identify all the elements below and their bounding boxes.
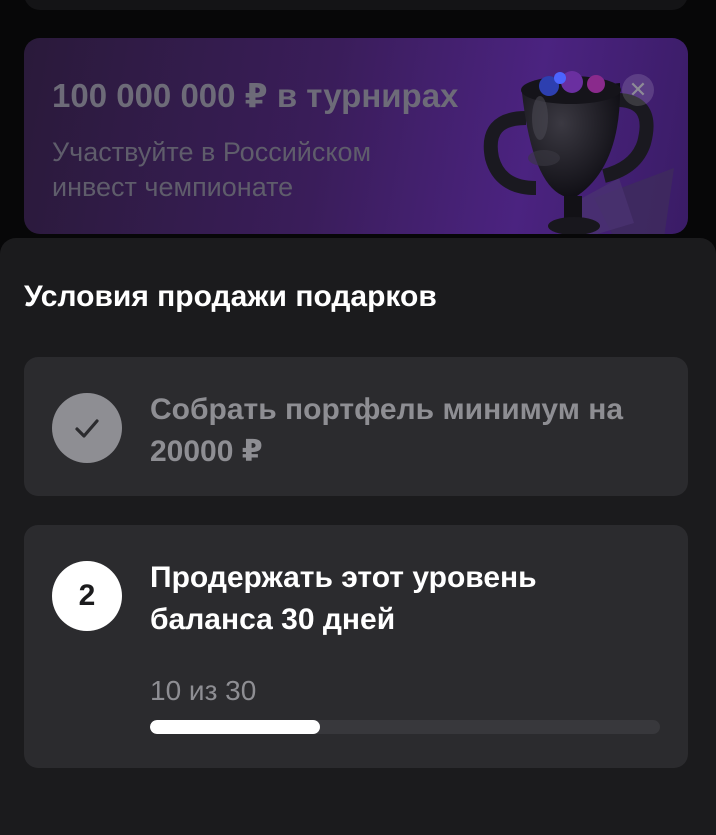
condition-text: Собрать портфель минимум на 20000 ₽ <box>150 393 624 468</box>
progress-label: 10 из 30 <box>150 675 257 706</box>
progress-bar-fill <box>150 720 320 734</box>
trophy-icon <box>483 71 674 234</box>
step-number-badge: 2 <box>52 561 122 631</box>
condition-text: Продержать этот уровень баланса 30 дней <box>150 561 537 636</box>
promo-subtitle: Участвуйте в Российском инвест чемпионат… <box>52 137 372 202</box>
promo-banner[interactable]: 100 000 000 ₽ в турнирах Участвуйте в Ро… <box>24 38 688 234</box>
progress-bar <box>150 720 660 734</box>
sheet-title: Условия продажи подарков <box>24 280 437 313</box>
screen: 100 000 000 ₽ в турнирах Участвуйте в Ро… <box>0 0 716 835</box>
background-card <box>24 0 688 10</box>
condition-card-portfolio: Собрать портфель минимум на 20000 ₽ <box>24 357 688 496</box>
condition-card-hold-balance: 2 Продержать этот уровень баланса 30 дне… <box>24 525 688 768</box>
bottom-sheet: Условия продажи подарков Собрать портфел… <box>0 238 716 835</box>
close-icon[interactable]: ✕ <box>622 74 654 106</box>
promo-title: 100 000 000 ₽ в турнирах <box>52 77 459 114</box>
check-icon <box>52 393 122 463</box>
